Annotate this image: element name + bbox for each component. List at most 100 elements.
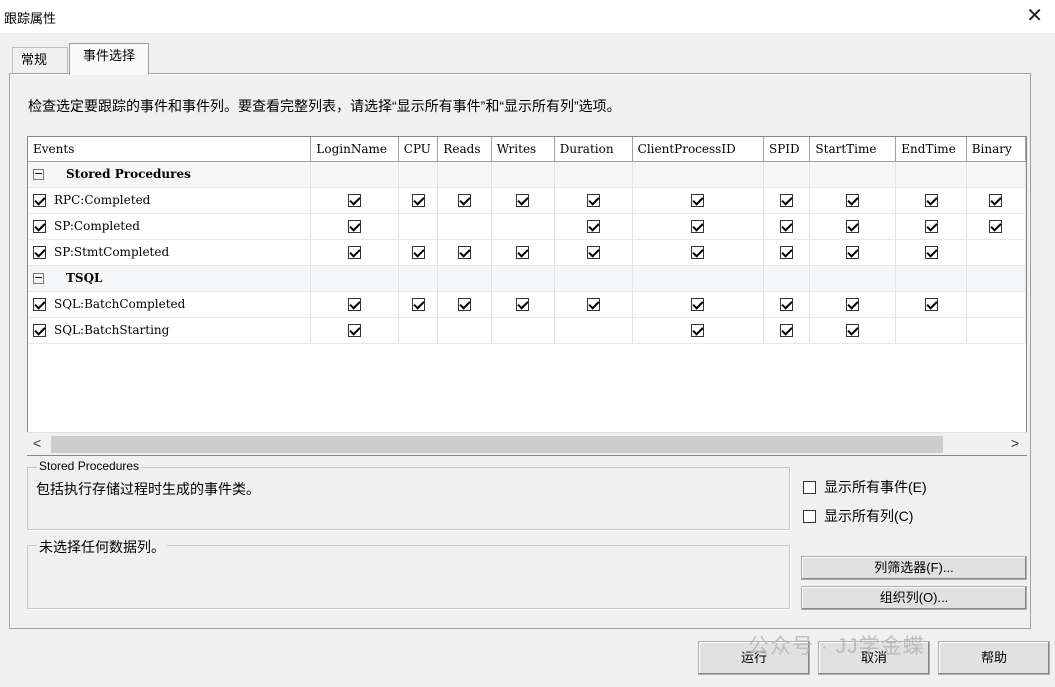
- grid-cell[interactable]: [809, 213, 897, 240]
- event-row[interactable]: SP:StmtCompleted: [28, 239, 1026, 266]
- grid-cell[interactable]: [437, 291, 492, 318]
- show-all-columns-option[interactable]: 显示所有列(C): [803, 506, 913, 526]
- grid-cell[interactable]: [895, 187, 967, 214]
- column-checkbox[interactable]: [348, 298, 362, 311]
- event-row[interactable]: RPC:Completed: [28, 187, 1026, 214]
- grid-cell[interactable]: [310, 187, 399, 214]
- grid-cell[interactable]: [895, 239, 967, 266]
- grid-cell[interactable]: [763, 291, 811, 318]
- column-checkbox[interactable]: [846, 246, 860, 259]
- column-header[interactable]: Duration: [554, 137, 633, 162]
- column-checkbox[interactable]: [458, 246, 472, 259]
- column-checkbox[interactable]: [780, 220, 794, 233]
- column-header[interactable]: Binary: [966, 137, 1026, 162]
- column-checkbox[interactable]: [586, 246, 600, 259]
- horizontal-scrollbar[interactable]: < >: [27, 432, 1027, 455]
- column-checkbox[interactable]: [691, 298, 705, 311]
- grid-cell[interactable]: [491, 291, 555, 318]
- grid-cell[interactable]: [491, 187, 555, 214]
- column-checkbox[interactable]: [516, 298, 530, 311]
- event-checkbox[interactable]: [33, 246, 46, 259]
- event-checkbox[interactable]: [33, 298, 46, 311]
- grid-cell[interactable]: [895, 291, 967, 318]
- grid-cell[interactable]: [554, 291, 633, 318]
- column-checkbox[interactable]: [586, 220, 600, 233]
- column-checkbox[interactable]: [846, 194, 860, 207]
- column-filter-button[interactable]: 列筛选器(F)...: [801, 556, 1027, 580]
- column-checkbox[interactable]: [691, 324, 705, 337]
- column-checkbox[interactable]: [458, 298, 472, 311]
- cancel-button[interactable]: 取消: [818, 641, 930, 675]
- column-checkbox[interactable]: [691, 246, 705, 259]
- grid-cell[interactable]: [398, 291, 439, 318]
- event-row[interactable]: SQL:BatchCompleted: [28, 291, 1026, 318]
- column-checkbox[interactable]: [516, 246, 530, 259]
- organize-columns-button[interactable]: 组织列(O)...: [801, 586, 1027, 610]
- column-checkbox[interactable]: [924, 220, 938, 233]
- grid-cell[interactable]: [437, 187, 492, 214]
- column-checkbox[interactable]: [348, 220, 362, 233]
- grid-cell[interactable]: [554, 213, 633, 240]
- grid-cell[interactable]: [895, 213, 967, 240]
- help-button[interactable]: 帮助: [938, 641, 1050, 675]
- grid-cell[interactable]: [632, 213, 765, 240]
- column-checkbox[interactable]: [691, 194, 705, 207]
- event-checkbox[interactable]: [33, 220, 46, 233]
- column-checkbox[interactable]: [780, 324, 794, 337]
- grid-cell[interactable]: [310, 239, 399, 266]
- grid-cell[interactable]: [966, 213, 1026, 240]
- event-row[interactable]: SP:Completed: [28, 213, 1026, 240]
- grid-cell[interactable]: [809, 291, 897, 318]
- grid-cell[interactable]: [632, 239, 765, 266]
- show-all-columns-checkbox[interactable]: [803, 509, 816, 523]
- column-checkbox[interactable]: [411, 298, 425, 311]
- grid-cell[interactable]: [398, 239, 439, 266]
- column-checkbox[interactable]: [924, 194, 938, 207]
- column-checkbox[interactable]: [348, 324, 362, 337]
- column-header[interactable]: ClientProcessID: [632, 137, 765, 162]
- events-grid[interactable]: Events LoginName CPU Reads Writes Duration Cli…: [27, 136, 1027, 456]
- grid-cell[interactable]: [763, 187, 811, 214]
- column-header[interactable]: StartTime: [809, 137, 897, 162]
- column-checkbox[interactable]: [989, 194, 1003, 207]
- grid-cell[interactable]: [310, 291, 399, 318]
- grid-cell[interactable]: [310, 317, 399, 344]
- column-checkbox[interactable]: [846, 298, 860, 311]
- grid-cell[interactable]: [554, 187, 633, 214]
- grid-cell[interactable]: [763, 317, 811, 344]
- column-checkbox[interactable]: [924, 246, 938, 259]
- group-row[interactable]: − TSQL: [28, 265, 1026, 292]
- grid-cell[interactable]: [437, 239, 492, 266]
- grid-cell[interactable]: [809, 239, 897, 266]
- column-checkbox[interactable]: [780, 298, 794, 311]
- scroll-left-icon[interactable]: <: [33, 435, 41, 451]
- column-checkbox[interactable]: [691, 220, 705, 233]
- grid-cell[interactable]: [632, 187, 765, 214]
- grid-cell[interactable]: [554, 239, 633, 266]
- grid-cell[interactable]: [310, 213, 399, 240]
- column-checkbox[interactable]: [586, 298, 600, 311]
- grid-cell[interactable]: [966, 187, 1026, 214]
- scroll-right-icon[interactable]: >: [1011, 435, 1019, 451]
- column-checkbox[interactable]: [586, 194, 600, 207]
- grid-cell[interactable]: [398, 187, 439, 214]
- column-checkbox[interactable]: [780, 246, 794, 259]
- group-row[interactable]: − Stored Procedures: [28, 161, 1026, 188]
- tab-event-selection[interactable]: 事件选择: [69, 43, 149, 75]
- grid-cell[interactable]: [632, 291, 765, 318]
- column-header[interactable]: Events: [28, 137, 312, 162]
- column-header[interactable]: EndTime: [895, 137, 967, 162]
- column-header[interactable]: Reads: [437, 137, 492, 162]
- show-all-events-checkbox[interactable]: [803, 480, 816, 494]
- column-checkbox[interactable]: [846, 324, 860, 337]
- column-checkbox[interactable]: [348, 246, 362, 259]
- scroll-thumb[interactable]: [51, 436, 943, 453]
- column-checkbox[interactable]: [989, 220, 1003, 233]
- column-checkbox[interactable]: [516, 194, 530, 207]
- column-header[interactable]: CPU: [398, 137, 439, 162]
- run-button[interactable]: 运行: [698, 641, 810, 675]
- tab-general[interactable]: 常规: [12, 47, 68, 73]
- grid-cell[interactable]: [763, 239, 811, 266]
- grid-cell[interactable]: [763, 213, 811, 240]
- event-checkbox[interactable]: [33, 324, 46, 337]
